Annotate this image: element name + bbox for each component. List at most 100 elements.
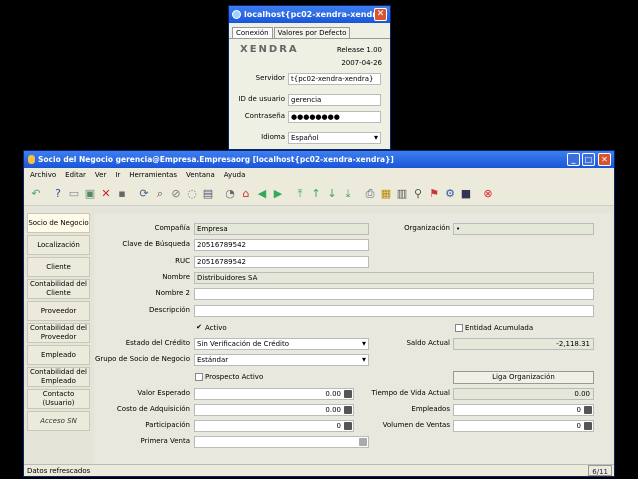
copy-icon[interactable]: ▣ bbox=[84, 187, 96, 200]
menu-ventana[interactable]: Ventana bbox=[186, 171, 215, 179]
menu-archivo[interactable]: Archivo bbox=[30, 171, 56, 179]
menu-ver[interactable]: Ver bbox=[95, 171, 106, 179]
last-record-icon[interactable]: ⤓ bbox=[342, 187, 354, 200]
help-icon[interactable]: ? bbox=[52, 187, 64, 200]
password-field[interactable]: ●●●●●●●● bbox=[288, 111, 381, 123]
primera-venta-label: Primera Venta bbox=[140, 437, 190, 445]
empleados-value: 0 bbox=[576, 406, 581, 414]
ruc-field[interactable]: 20516789542 bbox=[194, 256, 369, 268]
attachment-icon[interactable]: ⊘ bbox=[170, 187, 182, 200]
tab-valores[interactable]: Valores por Defecto bbox=[273, 27, 351, 38]
calculator-icon[interactable] bbox=[584, 406, 592, 414]
main-title: Socio del Negocio gerencia@Empresa.Empre… bbox=[38, 155, 394, 164]
product-icon[interactable]: ■ bbox=[460, 187, 472, 200]
calendar-icon[interactable] bbox=[359, 438, 367, 446]
login-tabs: Conexión Valores por Defecto bbox=[229, 23, 390, 39]
refresh-icon[interactable]: ⟳ bbox=[138, 187, 150, 200]
maximize-icon[interactable]: □ bbox=[582, 153, 595, 166]
close-icon[interactable]: ✕ bbox=[598, 153, 611, 166]
tab-contacto[interactable]: Contacto (Usuario) bbox=[27, 389, 90, 409]
ruc-label: RUC bbox=[175, 257, 190, 265]
costo-field[interactable]: 0.00 bbox=[194, 404, 354, 416]
descripcion-field[interactable] bbox=[194, 305, 594, 317]
liga-organizacion-button[interactable]: Liga Organización bbox=[453, 371, 594, 384]
delete-icon[interactable]: ✕ bbox=[100, 187, 112, 200]
calculator-icon[interactable] bbox=[344, 422, 352, 430]
report-icon[interactable]: ▦ bbox=[380, 187, 392, 200]
prospecto-checkbox[interactable] bbox=[195, 373, 203, 381]
main-window: Socio del Negocio gerencia@Empresa.Empre… bbox=[23, 150, 615, 477]
exit-icon[interactable]: ⊗ bbox=[482, 187, 494, 200]
volumen-field[interactable]: 0 bbox=[453, 420, 594, 432]
save-icon[interactable]: ▪ bbox=[116, 187, 128, 200]
back-icon[interactable]: ◀ bbox=[256, 187, 268, 200]
new-icon[interactable]: ▭ bbox=[68, 187, 80, 200]
process-icon[interactable]: ⚙ bbox=[444, 187, 456, 200]
nombre-field[interactable]: Distribuidores SA bbox=[194, 272, 594, 284]
chat-icon[interactable]: ◌ bbox=[186, 187, 198, 200]
next-record-icon[interactable]: ↓ bbox=[326, 187, 338, 200]
tab-acceso-sn[interactable]: Acceso SN bbox=[27, 411, 90, 431]
tab-proveedor[interactable]: Proveedor bbox=[27, 301, 90, 321]
home-icon[interactable]: ⌂ bbox=[240, 187, 252, 200]
clave-field[interactable]: 20516789542 bbox=[194, 239, 369, 251]
entidad-checkbox[interactable] bbox=[455, 324, 463, 332]
find-icon[interactable]: ⌕ bbox=[154, 187, 166, 200]
primera-venta-field[interactable] bbox=[194, 436, 369, 448]
history-icon[interactable]: ◔ bbox=[224, 187, 236, 200]
tab-contabilidad-empleado[interactable]: Contabilidad del Empleado bbox=[27, 367, 90, 387]
estado-select[interactable]: Sin Verificación de Crédito bbox=[194, 338, 369, 350]
valor-field[interactable]: 0.00 bbox=[194, 388, 354, 400]
minimize-icon[interactable]: _ bbox=[567, 153, 580, 166]
grid-icon[interactable]: ▤ bbox=[202, 187, 214, 200]
user-field[interactable]: gerencia bbox=[288, 94, 381, 106]
login-title-bar: localhost{pc02-xendra-xendra} ✕ bbox=[229, 6, 390, 23]
grupo-label: Grupo de Socio de Negocio bbox=[94, 355, 190, 363]
close-icon[interactable]: ✕ bbox=[374, 8, 387, 21]
app-icon bbox=[28, 155, 35, 164]
zoom-icon[interactable]: ⚲ bbox=[412, 187, 424, 200]
nombre2-field[interactable] bbox=[194, 288, 594, 300]
servidor-field[interactable]: t{pc02-xendra-xendra} bbox=[288, 73, 381, 85]
tab-contabilidad-cliente[interactable]: Contabilidad del Cliente bbox=[27, 279, 90, 299]
tab-conexion[interactable]: Conexión bbox=[232, 27, 273, 38]
compania-field[interactable]: Empresa bbox=[194, 223, 369, 235]
menu-ir[interactable]: Ir bbox=[115, 171, 120, 179]
compania-label: Compañía bbox=[154, 224, 190, 232]
forward-icon[interactable]: ▶ bbox=[272, 187, 284, 200]
grupo-select[interactable]: Estándar bbox=[194, 354, 369, 366]
idioma-label: Idioma bbox=[261, 133, 285, 141]
first-record-icon[interactable]: ⤒ bbox=[294, 187, 306, 200]
previous-record-icon[interactable]: ↑ bbox=[310, 187, 322, 200]
tab-empleado[interactable]: Empleado bbox=[27, 345, 90, 365]
menu-editar[interactable]: Editar bbox=[65, 171, 86, 179]
nombre-label: Nombre bbox=[162, 273, 190, 281]
print-icon[interactable]: ⎙ bbox=[364, 187, 376, 200]
clave-label: Clave de Búsqueda bbox=[122, 240, 190, 248]
tab-contabilidad-proveedor[interactable]: Contabilidad del Proveedor bbox=[27, 323, 90, 343]
record-counter[interactable]: 6/11 bbox=[588, 465, 612, 476]
empleados-field[interactable]: 0 bbox=[453, 404, 594, 416]
activo-checkbox[interactable]: ✔ bbox=[195, 324, 203, 332]
undo-icon[interactable]: ↶ bbox=[30, 187, 42, 200]
valor-label: Valor Esperado bbox=[137, 389, 190, 397]
login-title: localhost{pc02-xendra-xendra} bbox=[244, 10, 388, 19]
archive-icon[interactable]: ▥ bbox=[396, 187, 408, 200]
menu-ayuda[interactable]: Ayuda bbox=[224, 171, 246, 179]
calculator-icon[interactable] bbox=[584, 422, 592, 430]
calculator-icon[interactable] bbox=[344, 390, 352, 398]
workflow-icon[interactable]: ⚑ bbox=[428, 187, 440, 200]
tab-socio[interactable]: Socio de Negocio bbox=[27, 213, 90, 233]
main-title-bar: Socio del Negocio gerencia@Empresa.Empre… bbox=[24, 151, 614, 168]
xendra-logo: XENDRA bbox=[240, 44, 299, 55]
idioma-select[interactable]: Español bbox=[288, 132, 381, 144]
participacion-field[interactable]: 0 bbox=[194, 420, 354, 432]
menu-herramientas[interactable]: Herramientas bbox=[129, 171, 177, 179]
servidor-label: Servidor bbox=[255, 74, 285, 82]
calculator-icon[interactable] bbox=[344, 406, 352, 414]
participacion-value: 0 bbox=[336, 422, 341, 430]
organizacion-field[interactable]: • bbox=[453, 223, 594, 235]
tiempo-field: 0.00 bbox=[453, 388, 594, 400]
tab-localizacion[interactable]: Localización bbox=[27, 235, 90, 255]
tab-cliente[interactable]: Cliente bbox=[27, 257, 90, 277]
